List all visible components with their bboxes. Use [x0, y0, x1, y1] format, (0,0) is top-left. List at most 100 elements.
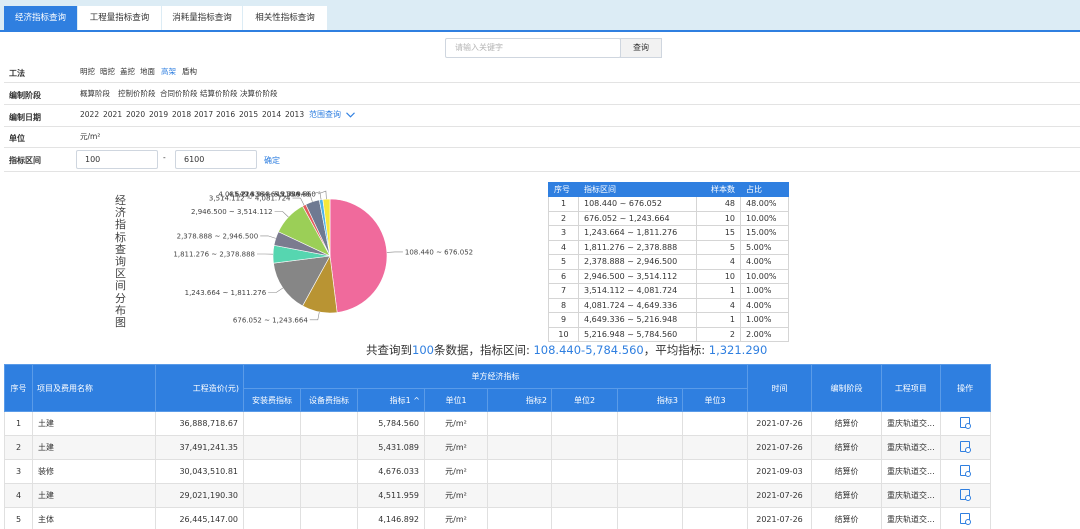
stats-ratio: 5.00% — [740, 239, 789, 255]
view-detail-icon[interactable] — [960, 465, 972, 477]
stats-index: 5 — [548, 254, 579, 270]
search-button[interactable]: 查询 — [620, 38, 662, 58]
cell-idx2 — [487, 483, 552, 508]
filter-option[interactable]: 控制价阶段 — [118, 88, 156, 99]
cell-time: 2021-07-26 — [747, 483, 812, 508]
range-min-input[interactable]: 100 — [76, 150, 158, 169]
cell-equip — [300, 435, 358, 460]
cell-stage: 结算价 — [811, 459, 882, 484]
tab-economic-index[interactable]: 经济指标查询 — [4, 6, 77, 30]
search-input[interactable]: 请输入关键字 — [445, 38, 621, 58]
range-query-link[interactable]: 范围查询 — [309, 109, 355, 120]
cell-cost: 36,888,718.67 — [155, 411, 244, 436]
filter-option[interactable]: 盖挖 — [120, 66, 135, 77]
range-max-input[interactable]: 6100 — [175, 150, 257, 169]
stats-samples: 1 — [696, 312, 741, 328]
cell-operation — [939, 411, 991, 436]
stats-ratio: 15.00% — [740, 225, 789, 241]
cell-idx3 — [617, 411, 683, 436]
tab-consumption-index[interactable]: 消耗量指标查询 — [162, 6, 242, 30]
filter-option[interactable]: 2013 — [285, 110, 304, 119]
filter-option[interactable]: 2016 — [216, 110, 235, 119]
stats-interval: 4,081.724 ~ 4,649.336 — [578, 297, 697, 313]
range-separator: - — [163, 153, 166, 162]
filter-option[interactable]: 2014 — [262, 110, 281, 119]
summary-text: ，平均指标: — [643, 343, 709, 357]
stats-row: 1 108.440 ~ 676.052 48 48.00% — [548, 196, 789, 212]
stats-samples: 4 — [696, 297, 741, 313]
filter-option[interactable]: 结算价阶段 — [200, 88, 238, 99]
stats-index: 8 — [548, 297, 579, 313]
filter-option[interactable]: 2017 — [194, 110, 213, 119]
table-row: 3 装修 30,043,510.81 4,676.033 元/m² 2021-09-03 结… — [4, 459, 991, 484]
view-detail-icon[interactable] — [960, 489, 972, 501]
summary-average: 1,321.290 — [708, 343, 768, 357]
tab-quantity-index[interactable]: 工程量指标查询 — [78, 6, 161, 30]
cell-idx3 — [617, 507, 683, 529]
filter-option[interactable]: 盾构 — [182, 66, 197, 77]
pie-slice[interactable] — [329, 198, 388, 313]
cell-install — [243, 411, 301, 436]
stats-samples: 15 — [696, 225, 741, 241]
col-header-unit1: 单位1 — [424, 388, 488, 412]
stats-samples: 2 — [696, 326, 741, 342]
range-confirm-button[interactable]: 确定 — [264, 155, 280, 166]
interval-stats-table: 序号 指标区间 样本数 占比 1 108.440 ~ 676.052 48 48.00… — [548, 182, 789, 342]
filter-option[interactable]: 2022 — [80, 110, 99, 119]
cell-stage: 结算价 — [811, 483, 882, 508]
filter-option-selected[interactable]: 高架 — [161, 66, 176, 77]
stats-interval: 2,946.500 ~ 3,514.112 — [578, 268, 697, 284]
cell-unit1: 元/m² — [424, 435, 488, 460]
col-header-interval: 指标区间 — [578, 182, 697, 197]
stats-interval: 4,649.336 ~ 5,216.948 — [578, 312, 697, 328]
pie-leader-line — [260, 235, 276, 239]
stats-interval: 108.440 ~ 676.052 — [578, 196, 697, 212]
filter-option[interactable]: 2021 — [103, 110, 122, 119]
cell-unit2 — [551, 507, 618, 529]
filter-option[interactable]: 2020 — [126, 110, 145, 119]
cell-cost: 29,021,190.30 — [155, 483, 244, 508]
pie-leader-line — [274, 211, 289, 218]
filter-row-method: 工法 明挖 暗挖 盖挖 地面 高架 盾构 — [4, 61, 1080, 83]
stats-ratio: 48.00% — [740, 196, 789, 212]
view-detail-icon[interactable] — [960, 417, 972, 429]
col-header-samples: 样本数 — [696, 182, 741, 197]
cell-unit3 — [682, 435, 748, 460]
cell-no: 5 — [4, 507, 33, 529]
filter-option[interactable]: 暗挖 — [100, 66, 115, 77]
col-header-index1[interactable]: 指标1 ^ — [357, 388, 425, 412]
cell-no: 3 — [4, 459, 33, 484]
filter-option[interactable]: 2015 — [239, 110, 258, 119]
cell-time: 2021-07-26 — [747, 411, 812, 436]
filter-option[interactable]: 明挖 — [80, 66, 95, 77]
cell-cost: 37,491,241.35 — [155, 435, 244, 460]
filter-option[interactable]: 2018 — [172, 110, 191, 119]
filter-row-stage: 编制阶段 概算阶段 控制价阶段 合同价阶段 结算价阶段 决算价阶段 — [4, 83, 1080, 105]
cell-name: 装修 — [32, 459, 156, 484]
filter-option[interactable]: 地面 — [140, 66, 155, 77]
cell-time: 2021-07-26 — [747, 507, 812, 529]
stats-interval: 5,216.948 ~ 5,784.560 — [578, 326, 697, 342]
cell-time: 2021-09-03 — [747, 459, 812, 484]
filter-label: 工法 — [9, 69, 25, 78]
cell-idx2 — [487, 507, 552, 529]
filter-option[interactable]: 合同价阶段 — [160, 88, 198, 99]
cell-operation — [939, 483, 991, 508]
cell-idx3 — [617, 459, 683, 484]
tab-correlation-index[interactable]: 相关性指标查询 — [243, 6, 327, 30]
results-table: 序号 项目及费用名称 工程造价(元) 单方经济指标 时间 编制阶段 工程项目 操… — [4, 364, 991, 529]
filter-option[interactable]: 2019 — [149, 110, 168, 119]
table-row: 4 土建 29,021,190.30 4,511.959 元/m² 2021-07-26 结… — [4, 483, 991, 508]
stats-ratio: 1.00% — [740, 283, 789, 299]
filter-option[interactable]: 决算价阶段 — [240, 88, 278, 99]
cell-stage: 结算价 — [811, 507, 882, 529]
view-detail-icon[interactable] — [960, 441, 972, 453]
cell-name: 土建 — [32, 483, 156, 508]
stats-samples: 1 — [696, 283, 741, 299]
cell-name: 土建 — [32, 411, 156, 436]
stats-row: 4 1,811.276 ~ 2,378.888 5 5.00% — [548, 239, 789, 255]
view-detail-icon[interactable] — [960, 513, 972, 525]
col-header-project: 工程项目 — [881, 364, 941, 412]
pie-label: 2,378.888 ~ 2,946.500 — [177, 232, 259, 240]
filter-option[interactable]: 概算阶段 — [80, 88, 110, 99]
